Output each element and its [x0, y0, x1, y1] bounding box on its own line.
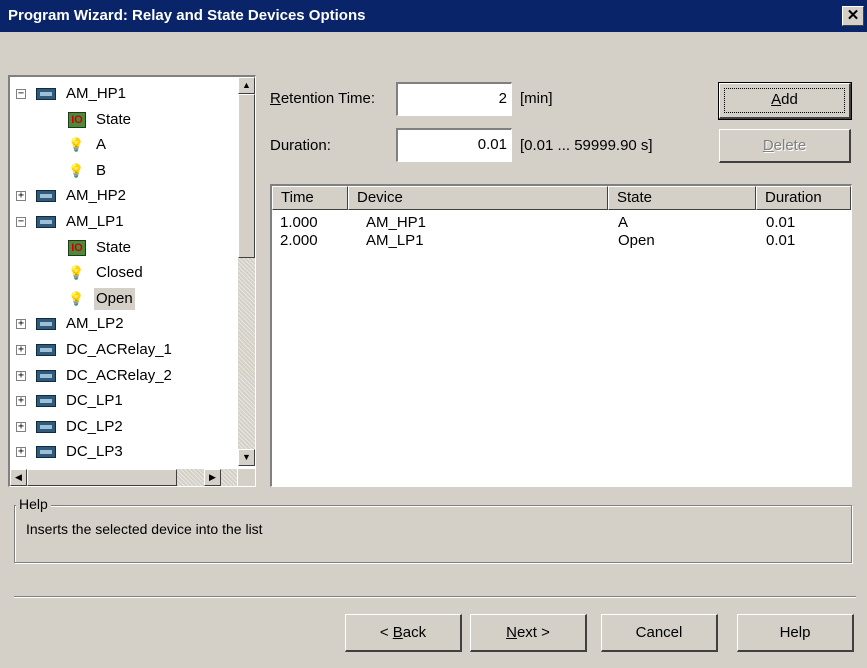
tree-item[interactable]: − AM_HP1 — [16, 83, 128, 105]
tree-item[interactable]: 💡 Closed — [68, 262, 145, 284]
vertical-scroll-thumb[interactable] — [238, 94, 255, 258]
device-icon — [36, 318, 56, 331]
expand-icon[interactable]: + — [16, 319, 26, 330]
scroll-right-arrow-icon[interactable]: ▶ — [204, 469, 221, 486]
tree-item[interactable]: + DC_ACRelay_1 — [16, 339, 174, 361]
device-icon — [36, 369, 56, 382]
bulb-signal-icon: 💡 — [68, 137, 85, 153]
tree-item-label: DC_ACRelay_1 — [66, 341, 172, 358]
retention-time-label: Retention Time: — [270, 90, 376, 107]
tree-item-label: A — [96, 136, 107, 154]
tree-item-label: AM_HP2 — [66, 187, 127, 205]
column-header-time[interactable]: Time — [272, 186, 348, 210]
list-cell-state[interactable]: Open — [618, 232, 655, 250]
device-icon — [36, 446, 56, 459]
list-cell-state[interactable]: A — [618, 214, 628, 232]
tree-item-label: DC_LP2 — [66, 417, 123, 435]
tree-item-label: State — [96, 238, 132, 256]
expand-icon[interactable]: + — [16, 345, 26, 355]
window-title: Program Wizard: Relay and State Devices … — [8, 7, 366, 24]
tree-item-label: DC_ACRelay_2 — [66, 366, 172, 384]
state-io-icon: IO — [68, 111, 86, 128]
bulb-signal-icon: 💡 — [68, 162, 85, 178]
tree-item[interactable]: 💡 Open — [68, 287, 135, 310]
tree-item-label: Open — [94, 287, 135, 310]
device-icon — [36, 190, 56, 203]
scroll-down-arrow-icon[interactable]: ▼ — [238, 449, 255, 466]
tree-item[interactable]: IO State — [68, 109, 133, 131]
device-icon — [36, 216, 56, 229]
focus-rect — [724, 88, 845, 113]
tree-item[interactable]: − AM_LP1 — [16, 211, 126, 233]
scroll-up-arrow-icon[interactable]: ▲ — [238, 77, 255, 94]
state-io-icon: IO — [68, 239, 86, 256]
device-icon — [36, 88, 56, 101]
tree-item-label: DC_LP3 — [66, 443, 123, 461]
tree-vertical-scrollbar[interactable]: ▲ ▼ — [238, 77, 255, 466]
add-button[interactable]: Add — [718, 82, 852, 120]
help-text: Inserts the selected device into the lis… — [26, 521, 263, 537]
device-icon — [36, 395, 56, 408]
column-header-duration[interactable]: Duration — [756, 186, 851, 210]
expand-icon[interactable]: + — [16, 370, 26, 381]
tree-item[interactable]: 💡 B — [68, 160, 108, 182]
collapse-icon[interactable]: − — [16, 89, 26, 99]
retention-time-input[interactable]: 2 — [396, 82, 512, 116]
device-icon — [36, 420, 56, 433]
help-button[interactable]: Help — [737, 614, 854, 652]
title-bar: Program Wizard: Relay and State Devices … — [0, 0, 867, 32]
tree-item[interactable]: + AM_LP2 — [16, 313, 126, 335]
retention-unit: [min] — [520, 90, 553, 107]
column-header-device[interactable]: Device — [348, 186, 608, 210]
sequence-list[interactable]: Time Device State Duration 1.000 AM_HP1 A 0… — [270, 184, 852, 487]
tree-item[interactable]: + AM_HP2 — [16, 185, 128, 207]
close-button[interactable]: ✕ — [842, 6, 864, 26]
list-cell-duration[interactable]: 0.01 — [766, 214, 795, 232]
delete-button[interactable]: Delete — [719, 129, 851, 163]
tree-item[interactable]: 💡 A — [68, 134, 108, 156]
device-tree[interactable]: − AM_HP1 IO State 💡 A 💡 B + AM_HP2− AM_LP1 IO State 💡… — [8, 75, 256, 487]
expand-icon[interactable]: + — [16, 191, 26, 202]
tree-horizontal-scrollbar[interactable]: ◀ ▶ — [10, 469, 237, 486]
list-cell-time[interactable]: 2.000 — [280, 232, 318, 250]
tree-item[interactable]: + DC_ACRelay_2 — [16, 365, 174, 387]
list-cell-device[interactable]: AM_HP1 — [366, 214, 426, 232]
tree-item-label: AM_HP1 — [66, 85, 127, 102]
tree-item[interactable]: + DC_LP2 — [16, 416, 125, 438]
duration-range: [0.01 ... 59999.90 s] — [520, 137, 653, 154]
list-cell-duration[interactable]: 0.01 — [766, 232, 795, 250]
tree-item-label: AM_LP1 — [66, 213, 124, 230]
horizontal-scroll-thumb[interactable] — [27, 469, 177, 486]
scroll-corner — [238, 469, 255, 486]
back-button[interactable]: < Back — [345, 614, 462, 652]
list-cell-time[interactable]: 1.000 — [280, 214, 318, 232]
tree-item-label: State — [96, 110, 132, 128]
duration-label: Duration: — [270, 137, 331, 154]
expand-icon[interactable]: + — [16, 396, 26, 407]
list-cell-device[interactable]: AM_LP1 — [366, 232, 424, 250]
bulb-signal-icon: 💡 — [68, 290, 85, 306]
expand-icon[interactable]: + — [16, 421, 26, 432]
column-header-state[interactable]: State — [608, 186, 756, 210]
tree-item-label: B — [96, 161, 107, 179]
scroll-left-arrow-icon[interactable]: ◀ — [10, 469, 27, 486]
tree-item[interactable]: IO State — [68, 237, 133, 259]
tree-item-label: Closed — [96, 264, 143, 282]
tree-item[interactable]: + DC_LP1 — [16, 390, 125, 412]
close-icon: ✕ — [846, 7, 860, 24]
device-icon — [36, 344, 56, 357]
tree-item[interactable]: + DC_LP3 — [16, 441, 125, 463]
cancel-button[interactable]: Cancel — [601, 614, 718, 652]
next-button[interactable]: Next > — [470, 614, 587, 652]
help-legend: Help — [16, 496, 51, 512]
expand-icon[interactable]: + — [16, 447, 26, 458]
collapse-icon[interactable]: − — [16, 217, 26, 227]
tree-item-label: DC_LP1 — [66, 392, 123, 410]
duration-input[interactable]: 0.01 — [396, 128, 512, 162]
footer-separator — [14, 596, 856, 598]
tree-item-label: AM_LP2 — [66, 315, 124, 333]
bulb-signal-icon: 💡 — [68, 265, 85, 281]
